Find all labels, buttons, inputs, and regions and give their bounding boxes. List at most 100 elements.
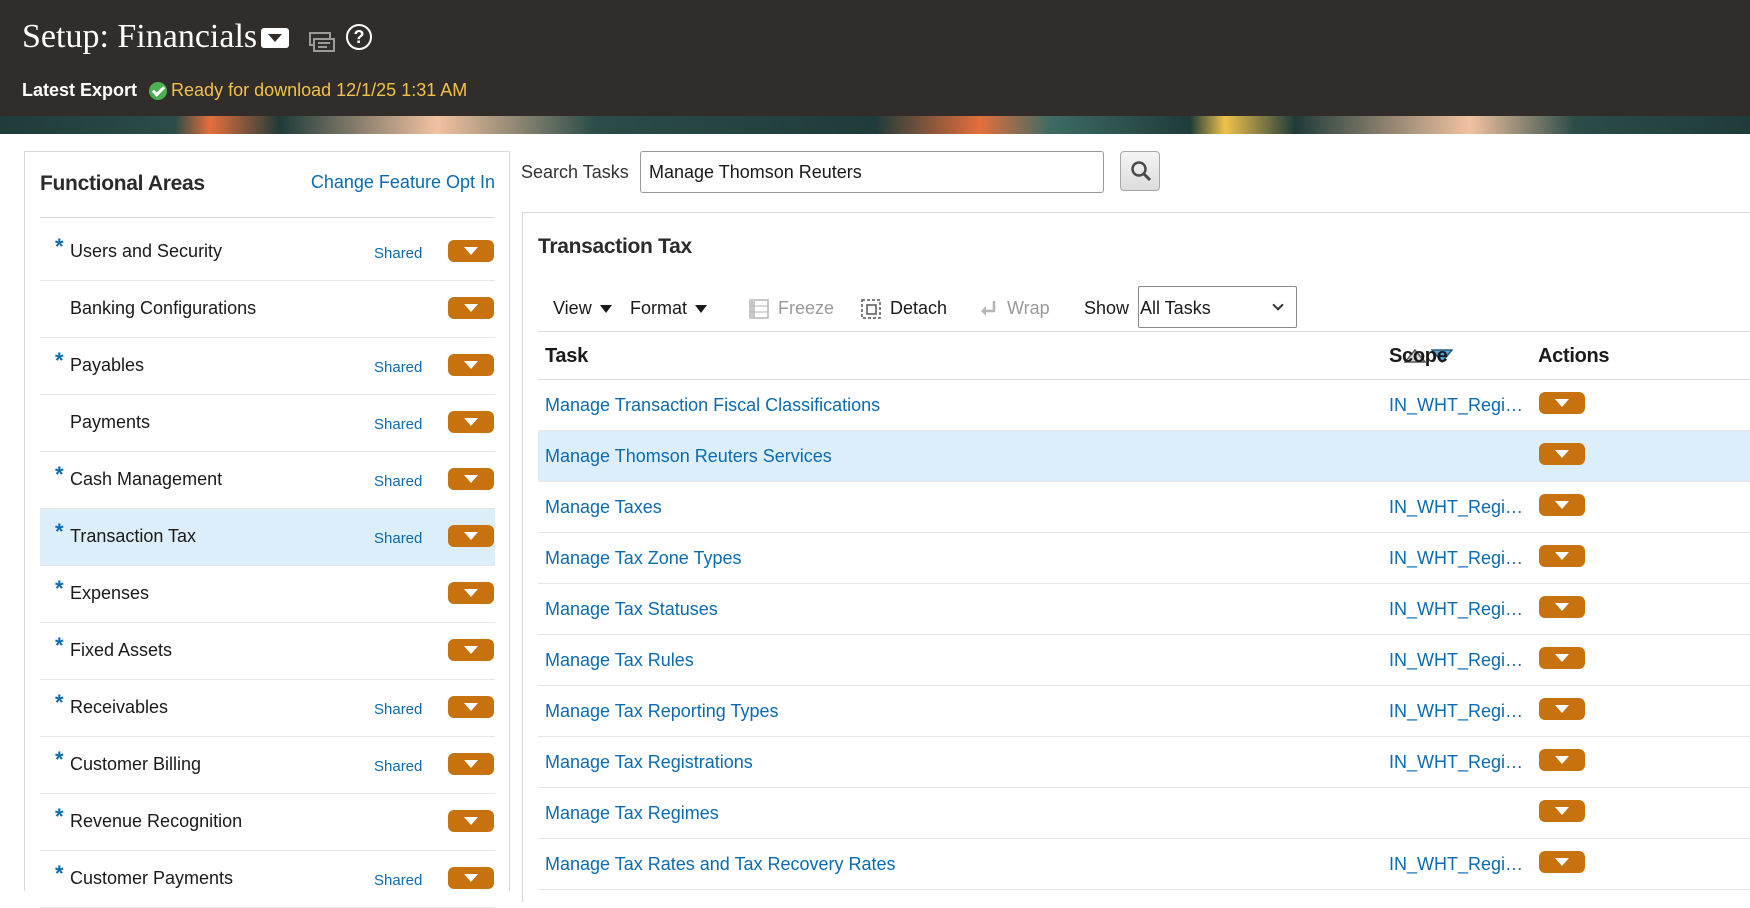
shared-link[interactable]: Shared (374, 872, 422, 889)
table-row[interactable]: Manage Tax Registrations IN_WHT_Regim… (538, 737, 1750, 788)
task-link[interactable]: Manage Tax Reporting Types (545, 701, 778, 722)
functional-area-item[interactable]: * Receivables Shared (40, 680, 495, 737)
detach-button[interactable]: Detach (861, 298, 947, 319)
functional-areas-panel: Functional Areas Change Feature Opt In *… (24, 151, 510, 908)
scope-link[interactable]: IN_WHT_Regim… (1389, 752, 1529, 773)
required-asterisk: * (55, 804, 64, 829)
change-feature-opt-in-link[interactable]: Change Feature Opt In (311, 172, 495, 193)
search-tasks-input[interactable] (640, 151, 1104, 193)
scope-link[interactable]: IN_WHT_Regim… (1389, 650, 1529, 671)
table-row[interactable]: Manage Taxes IN_WHT_Regim… (538, 482, 1750, 533)
wrap-label: Wrap (1007, 298, 1050, 318)
task-link[interactable]: Manage Taxes (545, 497, 662, 518)
task-link[interactable]: Manage Transaction Fiscal Classification… (545, 395, 880, 416)
check-circle-icon (149, 81, 168, 100)
shared-link[interactable]: Shared (374, 359, 422, 376)
shared-link[interactable]: Shared (374, 245, 422, 262)
row-actions-button[interactable] (1539, 392, 1585, 414)
actions-dropdown-button[interactable] (448, 867, 494, 889)
export-icon[interactable] (309, 32, 335, 54)
row-actions-button[interactable] (1539, 851, 1585, 873)
table-row[interactable]: Manage Tax Regimes (538, 788, 1750, 839)
table-row[interactable]: Manage Tax Rules IN_WHT_Regim… (538, 635, 1750, 686)
freeze-button[interactable]: Freeze (749, 298, 834, 319)
functional-area-item[interactable]: * Revenue Recognition (40, 794, 495, 851)
functional-area-label: Transaction Tax (70, 526, 197, 546)
shared-link[interactable]: Shared (374, 758, 422, 775)
view-label: View (553, 298, 592, 318)
actions-dropdown-button[interactable] (448, 240, 494, 262)
functional-area-item[interactable]: * Payables Shared (40, 338, 495, 395)
task-column-header[interactable]: Task (545, 345, 588, 368)
show-label: Show (1084, 298, 1130, 318)
row-actions-button[interactable] (1539, 545, 1585, 567)
search-icon (1131, 161, 1152, 182)
actions-dropdown-button[interactable] (448, 753, 494, 775)
row-actions-button[interactable] (1539, 698, 1585, 720)
row-actions-button[interactable] (1539, 596, 1585, 618)
functional-area-item[interactable]: * Customer Billing Shared (40, 737, 495, 794)
actions-dropdown-button[interactable] (448, 525, 494, 547)
task-link[interactable]: Manage Tax Zone Types (545, 548, 741, 569)
shared-link[interactable]: Shared (374, 416, 422, 433)
actions-dropdown-button[interactable] (448, 297, 494, 319)
scope-link[interactable]: IN_WHT_Regim… (1389, 701, 1529, 722)
functional-area-label: Banking Configurations (70, 298, 257, 318)
row-actions-button[interactable] (1539, 749, 1585, 771)
actions-dropdown-button[interactable] (448, 411, 494, 433)
divider (40, 217, 495, 218)
functional-area-item[interactable]: * Cash Management Shared (40, 452, 495, 509)
scope-link[interactable]: IN_WHT_Regim… (1389, 497, 1529, 518)
export-status-link[interactable]: Ready for download 12/1/25 1:31 AM (171, 80, 467, 101)
table-row[interactable]: Manage Tax Reporting Types IN_WHT_Regim… (538, 686, 1750, 737)
table-row[interactable]: Manage Tax Zone Types IN_WHT_Regim… (538, 533, 1750, 584)
wrap-button[interactable]: Wrap (978, 298, 1050, 319)
functional-area-item[interactable]: * Fixed Assets (40, 623, 495, 680)
functional-area-item[interactable]: * Expenses (40, 566, 495, 623)
shared-link[interactable]: Shared (374, 473, 422, 490)
row-actions-button[interactable] (1539, 647, 1585, 669)
show-select[interactable]: All Tasks (1138, 286, 1297, 328)
triangle-down-icon (599, 304, 612, 313)
functional-area-label: Cash Management (70, 469, 223, 489)
row-actions-button[interactable] (1539, 800, 1585, 822)
search-button[interactable] (1120, 151, 1160, 191)
table-row[interactable]: Manage Thomson Reuters Services (538, 431, 1750, 482)
functional-area-item[interactable]: Payments Shared (40, 395, 495, 452)
actions-dropdown-button[interactable] (448, 810, 494, 832)
task-link[interactable]: Manage Tax Registrations (545, 752, 753, 773)
functional-area-label: Revenue Recognition (70, 811, 243, 831)
task-link[interactable]: Manage Tax Statuses (545, 599, 718, 620)
functional-area-item[interactable]: * Transaction Tax Shared (40, 509, 495, 566)
title-dropdown-button[interactable] (261, 28, 289, 48)
required-asterisk: * (55, 747, 64, 772)
task-link[interactable]: Manage Thomson Reuters Services (545, 446, 832, 467)
actions-dropdown-button[interactable] (448, 582, 494, 604)
shared-link[interactable]: Shared (374, 701, 422, 718)
actions-dropdown-button[interactable] (448, 354, 494, 376)
scope-link[interactable]: IN_WHT_Regim… (1389, 854, 1529, 875)
table-row[interactable]: Manage Tax Statuses IN_WHT_Regim… (538, 584, 1750, 635)
task-link[interactable]: Manage Tax Rules (545, 650, 694, 671)
view-menu[interactable]: View (553, 298, 612, 319)
table-toolbar: View Format Freeze Detach Wrap Show All … (538, 285, 1750, 331)
actions-dropdown-button[interactable] (448, 696, 494, 718)
row-actions-button[interactable] (1539, 494, 1585, 516)
help-icon[interactable]: ? (346, 24, 372, 50)
table-row[interactable]: Manage Tax Rates and Tax Recovery Rates I… (538, 839, 1750, 890)
shared-link[interactable]: Shared (374, 530, 422, 547)
functional-area-item[interactable]: * Customer Payments Shared (40, 851, 495, 908)
actions-dropdown-button[interactable] (448, 639, 494, 661)
task-link[interactable]: Manage Tax Rates and Tax Recovery Rates (545, 854, 896, 875)
scope-link[interactable]: IN_WHT_Regim… (1389, 548, 1529, 569)
table-row[interactable]: Manage Transaction Fiscal Classification… (538, 380, 1750, 431)
functional-area-item[interactable]: Banking Configurations (40, 281, 495, 338)
row-actions-button[interactable] (1539, 443, 1585, 465)
format-menu[interactable]: Format (630, 298, 708, 319)
scope-link[interactable]: IN_WHT_Regim… (1389, 395, 1529, 416)
required-asterisk: * (55, 234, 64, 259)
functional-area-item[interactable]: * Users and Security Shared (40, 224, 495, 281)
actions-dropdown-button[interactable] (448, 468, 494, 490)
scope-link[interactable]: IN_WHT_Regim… (1389, 599, 1529, 620)
task-link[interactable]: Manage Tax Regimes (545, 803, 719, 824)
